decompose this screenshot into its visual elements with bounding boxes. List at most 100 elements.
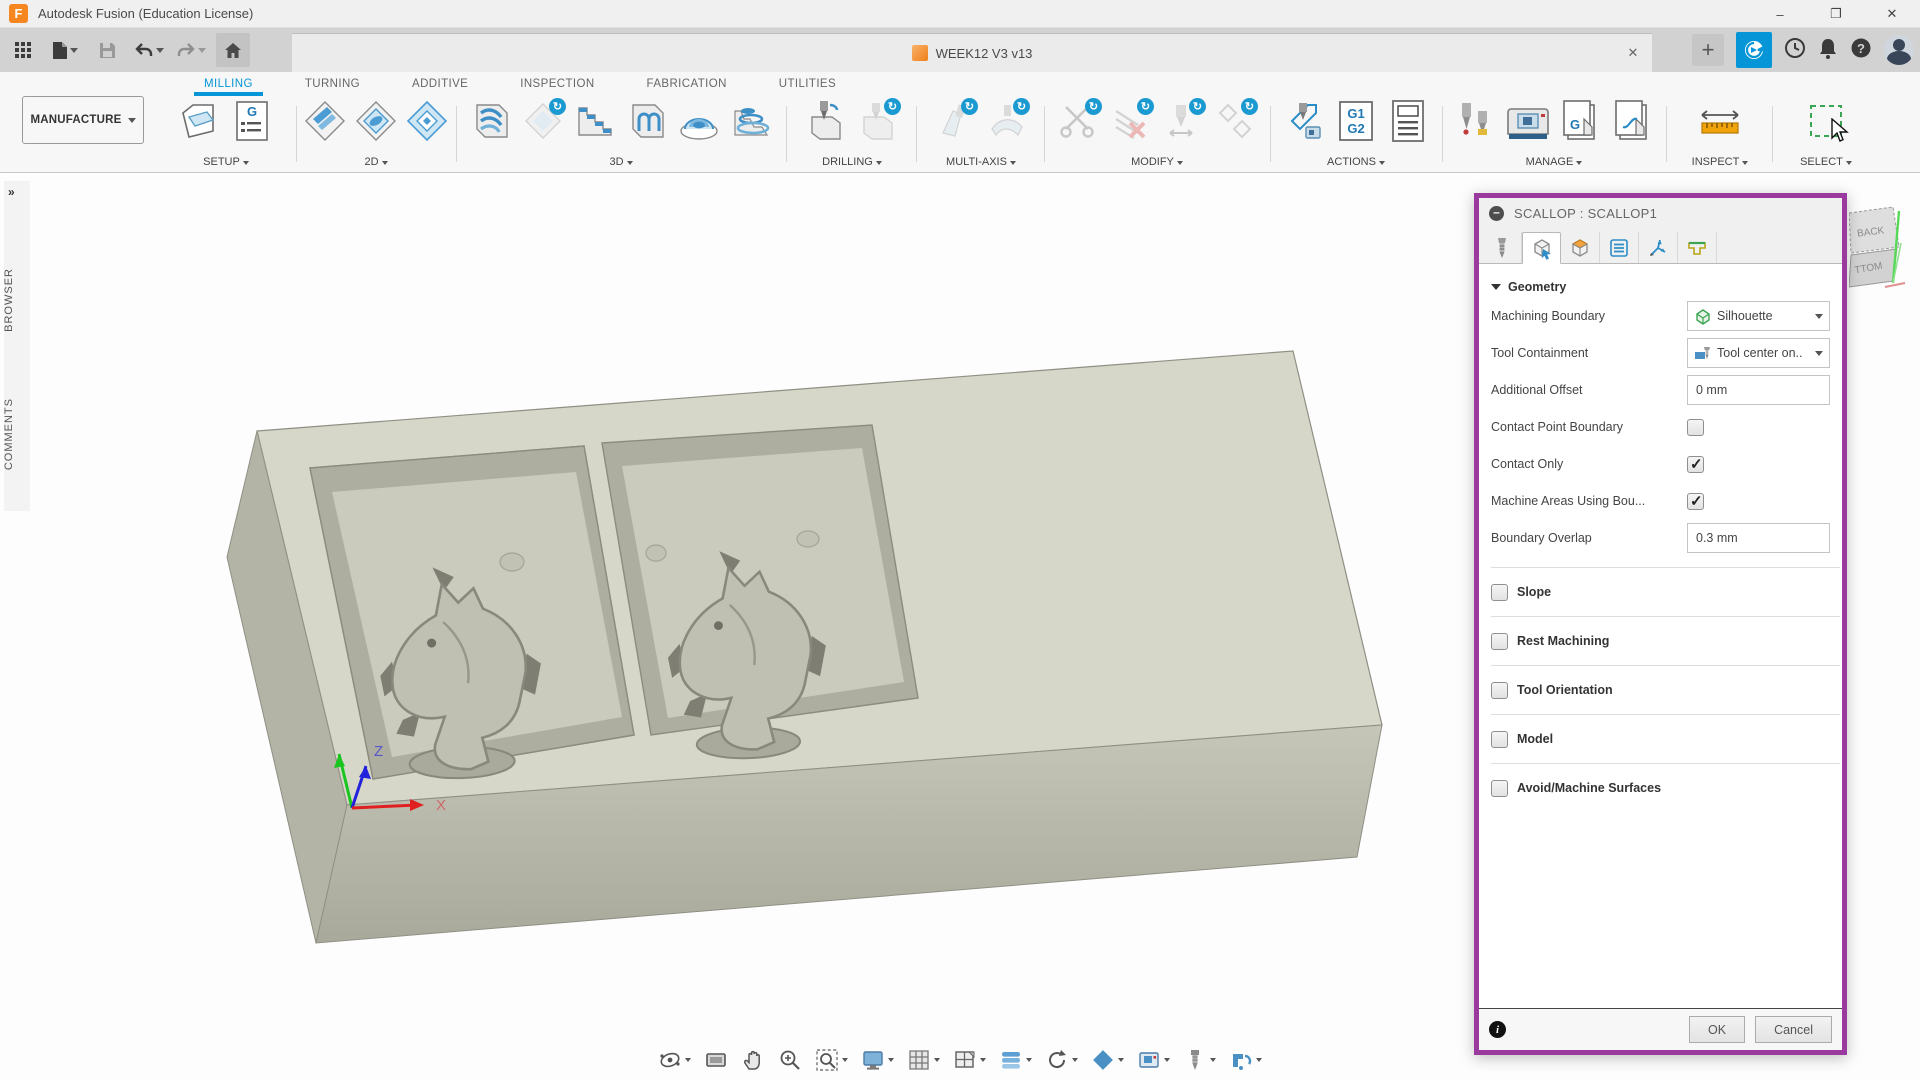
machine-areas-checkbox[interactable] [1687, 493, 1704, 510]
trim-toolpath-icon[interactable]: ↻ [1056, 98, 1102, 144]
app-grid-icon[interactable] [6, 33, 40, 67]
home-view-button[interactable] [216, 33, 250, 67]
rest-machining-checkbox[interactable] [1491, 633, 1508, 650]
tool-library-icon[interactable] [1453, 98, 1499, 144]
machining-boundary-dropdown[interactable]: Silhouette [1687, 301, 1830, 331]
tool-containment-dropdown[interactable]: Tool center on.. [1687, 338, 1830, 368]
steep-and-shallow-icon[interactable] [572, 98, 618, 144]
adaptive-clearing-icon[interactable] [468, 98, 514, 144]
machine-display-button[interactable] [1134, 1046, 1173, 1074]
group-label-2d[interactable]: 2D [302, 156, 450, 168]
zoom-button[interactable] [775, 1046, 805, 1074]
avoid-machine-surfaces-checkbox[interactable] [1491, 780, 1508, 797]
tool-display-button[interactable] [1180, 1046, 1219, 1074]
viewport-canvas[interactable]: » BROWSER COMMENTS [0, 173, 1920, 1080]
contour-2d-icon[interactable] [405, 98, 450, 144]
viewcube[interactable]: BACK TTOM [1849, 203, 1909, 303]
geometry-section-header[interactable]: Geometry [1491, 280, 1842, 294]
bore-icon[interactable]: ↻ [855, 98, 901, 144]
flow-icon[interactable]: ↻ [984, 98, 1030, 144]
edit-tool-icon[interactable]: ↻ [1160, 98, 1206, 144]
grid-display-button[interactable] [904, 1046, 943, 1074]
new-tab-button[interactable]: + [1692, 34, 1724, 66]
save-button[interactable] [90, 33, 124, 67]
model-checkbox[interactable] [1491, 731, 1508, 748]
measure-icon[interactable] [1697, 98, 1743, 144]
ok-button[interactable]: OK [1689, 1016, 1745, 1043]
tab-fabrication[interactable]: FABRICATION [621, 72, 753, 96]
dialog-collapse-icon[interactable]: – [1489, 206, 1504, 221]
group-label-inspect[interactable]: INSPECT [1672, 156, 1768, 168]
swarf-icon[interactable]: ↻ [932, 98, 978, 144]
spiral-morph-icon[interactable] [728, 98, 774, 144]
pan-button[interactable] [738, 1046, 768, 1074]
stock-display-button[interactable] [1088, 1046, 1127, 1074]
maximize-button[interactable]: ❐ [1808, 0, 1864, 28]
redo-button[interactable] [174, 33, 208, 67]
group-label-modify[interactable]: MODIFY [1050, 156, 1264, 168]
group-label-setup[interactable]: SETUP [162, 156, 290, 168]
pocket-clearing-icon[interactable]: ↻ [520, 98, 566, 144]
fit-button[interactable] [812, 1046, 851, 1074]
regenerate-button[interactable] [1042, 1046, 1081, 1074]
contact-point-boundary-checkbox[interactable] [1687, 419, 1704, 436]
workspace-selector[interactable]: MANUFACTURE [22, 96, 144, 144]
cancel-button[interactable]: Cancel [1755, 1016, 1832, 1043]
horizontal-icon[interactable] [676, 98, 722, 144]
tool-orientation-checkbox[interactable] [1491, 682, 1508, 699]
group-label-3d[interactable]: 3D [462, 156, 780, 168]
look-at-button[interactable] [701, 1046, 731, 1074]
document-tab[interactable]: WEEK12 V3 v13 ✕ [292, 33, 1652, 72]
additional-offset-input[interactable] [1687, 375, 1830, 405]
tab-geometry[interactable] [1522, 232, 1561, 264]
info-icon[interactable]: i [1489, 1021, 1506, 1038]
help-icon[interactable]: ? [1850, 37, 1872, 64]
tab-turning[interactable]: TURNING [279, 72, 386, 96]
group-label-multiaxis[interactable]: MULTI-AXIS [922, 156, 1040, 168]
post-library-icon[interactable] [1609, 98, 1655, 144]
file-menu-button[interactable] [48, 33, 82, 67]
tab-passes[interactable] [1600, 232, 1639, 263]
delete-passes-icon[interactable]: ↻ [1108, 98, 1154, 144]
probe-display-button[interactable] [1226, 1046, 1265, 1074]
setup-sheet-icon[interactable] [1385, 98, 1431, 144]
undo-button[interactable] [132, 33, 166, 67]
post-process-icon[interactable]: G1G2 [1333, 98, 1379, 144]
tab-additive[interactable]: ADDITIVE [386, 72, 494, 96]
slope-checkbox[interactable] [1491, 584, 1508, 601]
tab-heights[interactable] [1561, 232, 1600, 263]
tab-linking[interactable] [1639, 232, 1678, 263]
contour-3d-icon[interactable] [624, 98, 670, 144]
job-history-clock-icon[interactable] [1784, 37, 1806, 64]
notifications-bell-icon[interactable] [1818, 37, 1838, 64]
group-label-manage[interactable]: MANAGE [1448, 156, 1660, 168]
drill-icon[interactable] [803, 98, 849, 144]
dialog-header[interactable]: – SCALLOP : SCALLOP1 [1479, 198, 1842, 228]
display-settings-button[interactable] [858, 1046, 897, 1074]
document-tab-close-icon[interactable]: ✕ [1624, 44, 1642, 62]
toolpath-display-button[interactable] [996, 1046, 1035, 1074]
job-status-button[interactable] [1736, 32, 1772, 68]
group-label-drilling[interactable]: DRILLING [792, 156, 912, 168]
tab-utilities[interactable]: UTILITIES [753, 72, 862, 96]
contact-only-checkbox[interactable] [1687, 456, 1704, 473]
simulate-icon[interactable] [1281, 98, 1327, 144]
tab-tool[interactable] [1483, 232, 1522, 263]
group-label-select[interactable]: SELECT [1776, 156, 1876, 168]
pocket-2d-icon[interactable] [353, 98, 398, 144]
close-button[interactable]: ✕ [1864, 0, 1920, 28]
minimize-button[interactable]: – [1752, 0, 1808, 28]
viewports-button[interactable] [950, 1046, 989, 1074]
group-label-actions[interactable]: ACTIONS [1276, 156, 1436, 168]
tab-inspection[interactable]: INSPECTION [494, 72, 620, 96]
gcode-editor-icon[interactable]: G [1557, 98, 1603, 144]
user-avatar[interactable] [1884, 35, 1914, 65]
orbit-button[interactable] [655, 1046, 694, 1074]
pattern-icon[interactable]: ↻ [1212, 98, 1258, 144]
new-setup-icon[interactable] [177, 98, 223, 144]
tab-milling[interactable]: MILLING [178, 72, 279, 96]
tab-transitions[interactable] [1678, 232, 1717, 263]
face-milling-icon[interactable] [302, 98, 347, 144]
machine-library-icon[interactable] [1505, 98, 1551, 144]
boundary-overlap-input[interactable] [1687, 523, 1830, 553]
